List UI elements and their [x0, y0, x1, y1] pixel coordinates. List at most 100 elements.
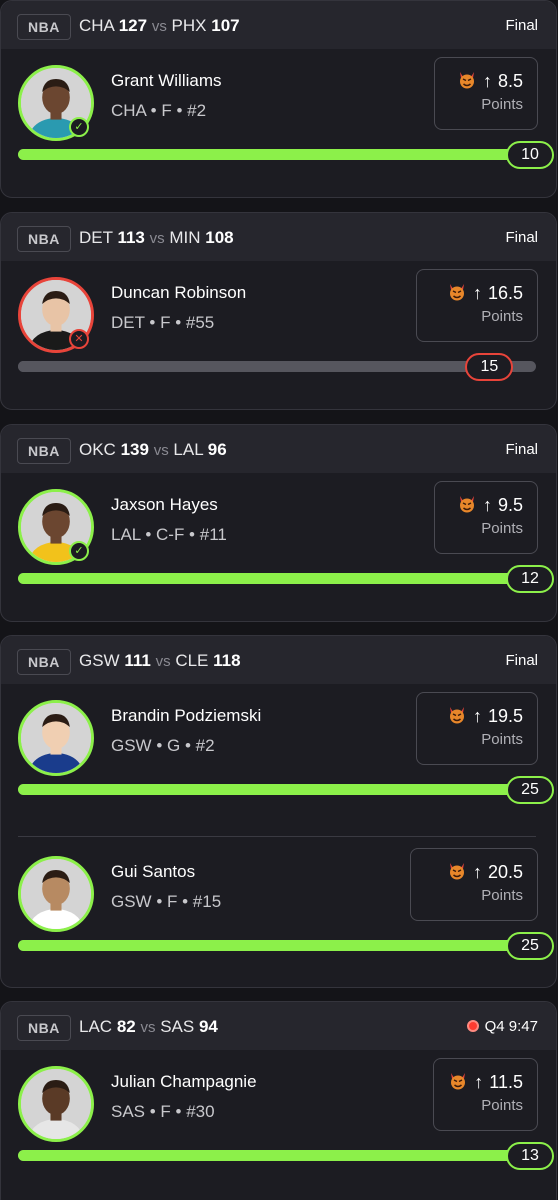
- game-status: Final: [505, 651, 538, 671]
- line-value: 19.5: [487, 706, 523, 726]
- game-status: Final: [505, 228, 538, 248]
- game-status: Final: [505, 16, 538, 36]
- status-text: Final: [505, 17, 538, 34]
- player-name: Julian Champagnie: [111, 1072, 257, 1091]
- over-arrow-icon: ↑: [472, 862, 482, 882]
- matchup: CHA 127 vs PHX 107: [79, 14, 240, 39]
- progress-bar: 25: [18, 776, 554, 804]
- check-icon: ✓: [69, 541, 89, 561]
- stat-label: Points: [481, 96, 523, 113]
- line-value: 8.5: [497, 71, 523, 91]
- progress-bar: 13: [18, 1142, 554, 1170]
- vs-label: vs: [140, 1019, 156, 1036]
- away-team: LAL: [173, 440, 204, 459]
- progress-bar: 10: [18, 141, 554, 169]
- player-meta: GSW • G • #2: [111, 736, 215, 755]
- player-name: Brandin Podziemski: [111, 706, 262, 725]
- away-team: MIN: [169, 228, 201, 247]
- vs-label: vs: [151, 18, 167, 35]
- player-pick[interactable]: Julian Champagnie SAS • F • #30 ↑ 11.5 Point…: [1, 1050, 556, 1200]
- line-value: 20.5: [487, 862, 523, 882]
- player-name: Jaxson Hayes: [111, 495, 218, 514]
- player-pick[interactable]: Brandin Podziemski GSW • G • #2 ↑ 19.5 Point…: [1, 684, 556, 839]
- player-pick[interactable]: Gui Santos GSW • F • #15 ↑ 20.5 Points 25: [1, 840, 556, 987]
- line-value: 16.5: [487, 283, 523, 303]
- prop-line-box[interactable]: ↑ 16.5 Points: [416, 269, 538, 342]
- home-score: 113: [117, 228, 145, 247]
- progress-fill: [18, 940, 536, 951]
- away-team: PHX: [171, 16, 207, 35]
- game-header: NBA DET 113 vs MIN 108 Final: [1, 213, 556, 261]
- line-value: 9.5: [497, 495, 523, 515]
- league-badge: NBA: [17, 1015, 71, 1041]
- vs-label: vs: [153, 442, 169, 459]
- away-team: SAS: [160, 1017, 195, 1036]
- player-pick[interactable]: ✓ Grant Williams CHA • F • #2 ↑ 8.5 Points 10: [1, 49, 556, 197]
- vs-label: vs: [149, 230, 165, 247]
- player-meta: SAS • F • #30: [111, 1102, 215, 1121]
- progress-bar: 15: [18, 353, 536, 381]
- player-meta: CHA • F • #2: [111, 101, 207, 120]
- actual-value-pill: 15: [465, 353, 514, 381]
- vs-label: vs: [155, 653, 171, 670]
- progress-fill: [18, 1150, 536, 1161]
- home-team: CHA: [79, 16, 114, 35]
- league-badge: NBA: [17, 649, 71, 675]
- home-team: GSW: [79, 651, 120, 670]
- game-header: NBA CHA 127 vs PHX 107 Final: [1, 1, 556, 49]
- prop-line-box[interactable]: ↑ 11.5 Points: [433, 1058, 538, 1131]
- progress-fill: [18, 149, 536, 160]
- devil-icon: [449, 707, 464, 724]
- away-score: 118: [213, 651, 241, 670]
- game-status: Final: [505, 440, 538, 460]
- stat-label: Points: [481, 1097, 523, 1114]
- home-score: 127: [118, 16, 148, 35]
- player-name: Duncan Robinson: [111, 283, 247, 302]
- live-indicator-icon: [466, 1020, 479, 1032]
- player-meta: DET • F • #55: [111, 313, 215, 332]
- player-avatar: [18, 856, 94, 932]
- progress-fill: [18, 784, 536, 795]
- stat-label: Points: [481, 887, 523, 904]
- prop-line-box[interactable]: ↑ 20.5 Points: [410, 848, 538, 921]
- game-card[interactable]: NBA GSW 111 vs CLE 118 Final Brandin Podzie…: [0, 635, 557, 988]
- player-name: Grant Williams: [111, 71, 222, 90]
- over-arrow-icon: ↑: [472, 283, 482, 303]
- stat-label: Points: [481, 731, 523, 748]
- game-header: NBA OKC 139 vs LAL 96 Final: [1, 425, 556, 473]
- away-score: 94: [198, 1017, 218, 1036]
- x-icon: ✕: [69, 329, 89, 349]
- game-card[interactable]: NBA DET 113 vs MIN 108 Final ✕ Duncan Robins…: [0, 212, 557, 410]
- game-status: Q4 9:47: [466, 1017, 538, 1037]
- home-score: 82: [116, 1017, 136, 1036]
- player-meta: LAL • C-F • #11: [111, 525, 227, 544]
- matchup: OKC 139 vs LAL 96: [79, 438, 227, 463]
- pick-divider: [18, 836, 536, 837]
- over-arrow-icon: ↑: [472, 706, 482, 726]
- devil-icon: [451, 1073, 466, 1090]
- home-score: 111: [124, 651, 151, 670]
- away-score: 96: [207, 440, 227, 459]
- game-card[interactable]: NBA OKC 139 vs LAL 96 Final ✓ Jaxson Hayes LA…: [0, 424, 557, 622]
- player-avatar: [18, 1066, 94, 1142]
- actual-value-pill: 10: [506, 141, 554, 169]
- over-arrow-icon: ↑: [482, 71, 492, 91]
- player-avatar: [18, 700, 94, 776]
- away-score: 108: [205, 228, 234, 247]
- player-pick[interactable]: ✓ Jaxson Hayes LAL • C-F • #11 ↑ 9.5 Points 12: [1, 473, 556, 621]
- check-icon: ✓: [69, 117, 89, 137]
- prop-line-box[interactable]: ↑ 8.5 Points: [434, 57, 538, 130]
- prop-line-box[interactable]: ↑ 9.5 Points: [434, 481, 538, 554]
- status-text: Final: [505, 229, 538, 246]
- progress-fill: [18, 361, 490, 372]
- actual-value-pill: 25: [506, 932, 554, 960]
- prop-line-box[interactable]: ↑ 19.5 Points: [416, 692, 538, 765]
- home-score: 139: [120, 440, 149, 459]
- stat-label: Points: [481, 308, 523, 325]
- game-card[interactable]: NBA LAC 82 vs SAS 94 Q4 9:47 Julian Champag…: [0, 1001, 557, 1200]
- player-pick[interactable]: ✕ Duncan Robinson DET • F • #55 ↑ 16.5 Points…: [1, 261, 556, 409]
- player-meta: GSW • F • #15: [111, 892, 222, 911]
- devil-icon: [459, 72, 474, 89]
- status-text: Final: [505, 652, 538, 669]
- game-card[interactable]: NBA CHA 127 vs PHX 107 Final ✓ Grant William…: [0, 0, 557, 198]
